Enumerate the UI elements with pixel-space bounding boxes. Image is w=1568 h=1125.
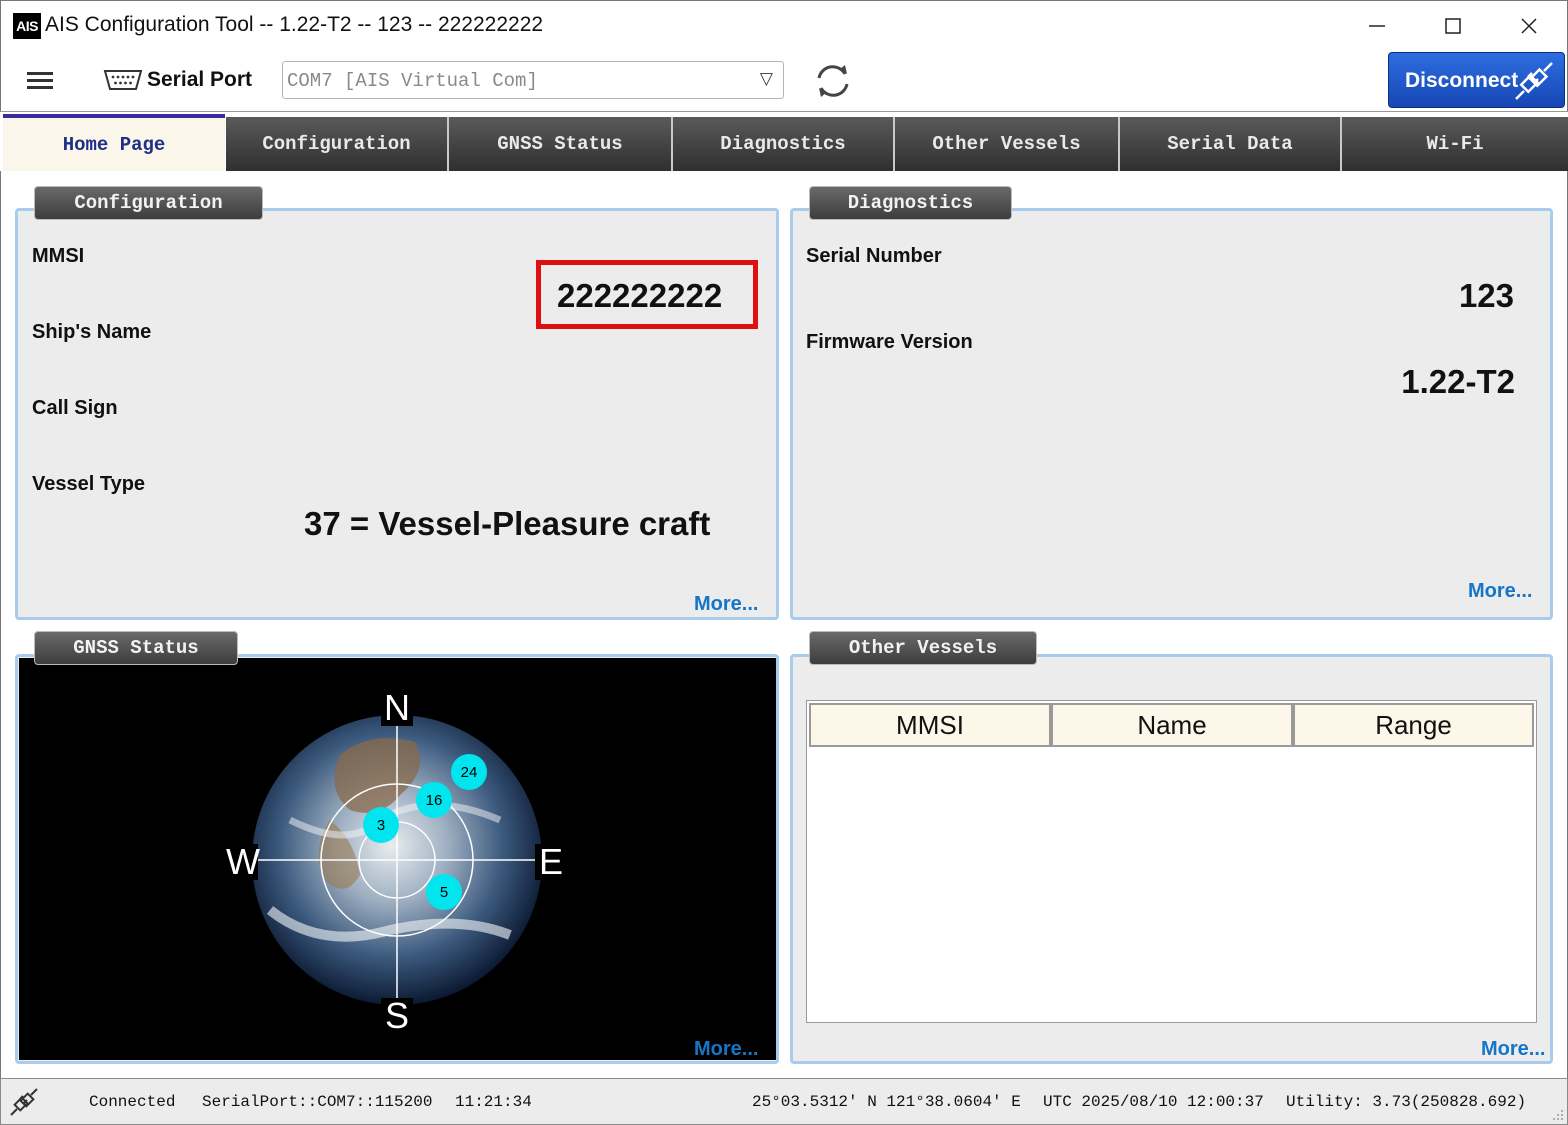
resize-grip-icon[interactable]: [1552, 1109, 1564, 1121]
refresh-icon[interactable]: [811, 60, 855, 102]
firmware-version-value: 1.22-T2: [1401, 363, 1515, 400]
hamburger-icon-bar: [27, 79, 53, 82]
vessels-table: MMSI Name Range: [806, 700, 1537, 1023]
utc-time: UTC 2025/08/10 12:00:37: [1043, 1093, 1264, 1111]
serial-port-icon: [103, 70, 143, 90]
diagnostics-panel-title: Diagnostics: [809, 186, 1012, 220]
status-bar: Connected SerialPort::COM7::115200 11:21…: [0, 1078, 1568, 1125]
minimize-icon: [1369, 25, 1385, 27]
diagnostics-panel: [790, 208, 1553, 620]
mmsi-value: 222222222: [557, 277, 723, 314]
hamburger-icon-bar: [27, 86, 53, 89]
compass-north-label: N: [381, 690, 413, 726]
app-logo: AIS: [13, 13, 41, 39]
satellite-label: 24: [461, 764, 478, 781]
serial-port-select[interactable]: COM7 [AIS Virtual Com] ▽: [282, 61, 784, 99]
connection-plug-icon: [10, 1088, 38, 1116]
compass-east-label: E: [535, 844, 567, 880]
maximize-icon: [1445, 18, 1461, 34]
satellite-label: 16: [426, 792, 443, 809]
satellite-label: 3: [377, 817, 385, 834]
mmsi-label: MMSI: [32, 245, 85, 267]
vessel-type-label: Vessel Type: [32, 473, 146, 495]
tab-home-page[interactable]: Home Page: [3, 114, 225, 172]
earth-skyplot: 24 16 3 5: [252, 715, 542, 1005]
ships-name-label: Ship's Name: [32, 321, 152, 343]
connection-status: Connected: [89, 1093, 176, 1111]
close-button[interactable]: [1491, 1, 1567, 51]
hamburger-icon: [27, 72, 53, 75]
toolbar: Serial Port COM7 [AIS Virtual Com] ▽ Dis…: [0, 50, 1568, 112]
configuration-more-link[interactable]: More...: [694, 593, 758, 616]
satellite-label: 5: [440, 884, 448, 901]
utility-version: Utility: 3.73(250828.692): [1286, 1093, 1527, 1111]
chevron-down-icon: ▽: [759, 69, 773, 88]
column-header-name[interactable]: Name: [1051, 703, 1293, 747]
disconnect-label: Disconnect: [1405, 69, 1519, 92]
serial-port-label: Serial Port: [147, 68, 253, 91]
vessels-more-link[interactable]: More...: [1481, 1038, 1545, 1061]
tab-serial-data[interactable]: Serial Data: [1120, 117, 1342, 171]
column-header-mmsi[interactable]: MMSI: [809, 703, 1051, 747]
gnss-more-link[interactable]: More...: [694, 1038, 758, 1061]
configuration-panel-title: Configuration: [34, 186, 263, 220]
maximize-button[interactable]: [1415, 1, 1491, 51]
serial-port-value: COM7 [AIS Virtual Com]: [287, 70, 538, 92]
gps-position: 25°03.5312' N 121°38.0604' E: [752, 1093, 1021, 1111]
disconnect-button[interactable]: Disconnect: [1388, 52, 1565, 108]
tab-diagnostics[interactable]: Diagnostics: [673, 117, 895, 171]
serial-number-value: 123: [1458, 277, 1514, 314]
firmware-version-label: Firmware Version: [806, 331, 973, 353]
diagnostics-more-link[interactable]: More...: [1468, 580, 1532, 603]
port-info: SerialPort::COM7::115200: [202, 1093, 433, 1111]
call-sign-label: Call Sign: [32, 397, 118, 419]
tab-gnss-status[interactable]: GNSS Status: [449, 117, 673, 171]
tab-other-vessels[interactable]: Other Vessels: [895, 117, 1120, 171]
close-icon: [1521, 18, 1537, 34]
gnss-status-panel-title: GNSS Status: [34, 631, 238, 665]
other-vessels-panel-title: Other Vessels: [809, 631, 1037, 665]
vessel-type-value: 37 = Vessel-Pleasure craft: [304, 505, 711, 542]
tab-strip: Home Page Configuration GNSS Status Diag…: [0, 111, 1568, 172]
tab-configuration[interactable]: Configuration: [226, 117, 449, 171]
window-title: AIS Configuration Tool -- 1.22-T2 -- 123…: [45, 13, 544, 36]
plug-icon: [1515, 62, 1553, 100]
compass-south-label: S: [381, 998, 413, 1034]
menu-button[interactable]: [23, 68, 59, 94]
title-bar: AIS AIS Configuration Tool -- 1.22-T2 --…: [0, 0, 1568, 50]
column-header-range[interactable]: Range: [1293, 703, 1534, 747]
tab-wi-fi[interactable]: Wi-Fi: [1342, 117, 1568, 171]
compass-west-label: W: [226, 841, 260, 882]
minimize-button[interactable]: [1339, 1, 1415, 51]
serial-number-label: Serial Number: [806, 245, 942, 267]
local-time: 11:21:34: [455, 1093, 532, 1111]
